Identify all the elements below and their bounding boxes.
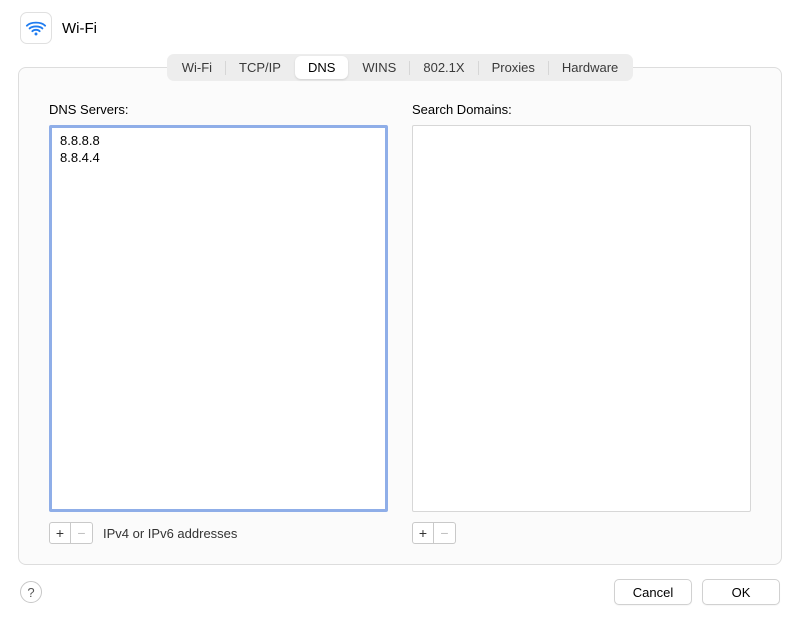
tab-hardware[interactable]: Hardware — [549, 56, 631, 79]
tab-dns[interactable]: DNS — [295, 56, 348, 79]
search-domains-list[interactable] — [412, 125, 751, 512]
remove-domain-button[interactable]: − — [434, 522, 456, 544]
search-domains-label: Search Domains: — [412, 102, 751, 117]
list-item[interactable]: 8.8.4.4 — [60, 149, 377, 166]
tabs: Wi-FiTCP/IPDNSWINS802.1XProxiesHardware — [0, 52, 800, 81]
dns-servers-list[interactable]: 8.8.8.88.8.4.4 — [49, 125, 388, 512]
tab-802-1x[interactable]: 802.1X — [410, 56, 477, 79]
help-button[interactable]: ? — [20, 581, 42, 603]
cancel-button[interactable]: Cancel — [614, 579, 692, 605]
content-panel: DNS Servers: 8.8.8.88.8.4.4 + − IPv4 or … — [18, 67, 782, 565]
tab-proxies[interactable]: Proxies — [479, 56, 548, 79]
list-item[interactable] — [423, 132, 740, 134]
dns-hint: IPv4 or IPv6 addresses — [103, 526, 237, 541]
tab-tcp-ip[interactable]: TCP/IP — [226, 56, 294, 79]
remove-dns-button[interactable]: − — [71, 522, 93, 544]
window-title: Wi-Fi — [62, 20, 97, 37]
tab-wins[interactable]: WINS — [349, 56, 409, 79]
tab-wi-fi[interactable]: Wi-Fi — [169, 56, 225, 79]
add-domain-button[interactable]: + — [412, 522, 434, 544]
ok-button[interactable]: OK — [702, 579, 780, 605]
dns-servers-label: DNS Servers: — [49, 102, 388, 117]
add-dns-button[interactable]: + — [49, 522, 71, 544]
wifi-icon — [20, 12, 52, 44]
list-item[interactable]: 8.8.8.8 — [60, 132, 377, 149]
